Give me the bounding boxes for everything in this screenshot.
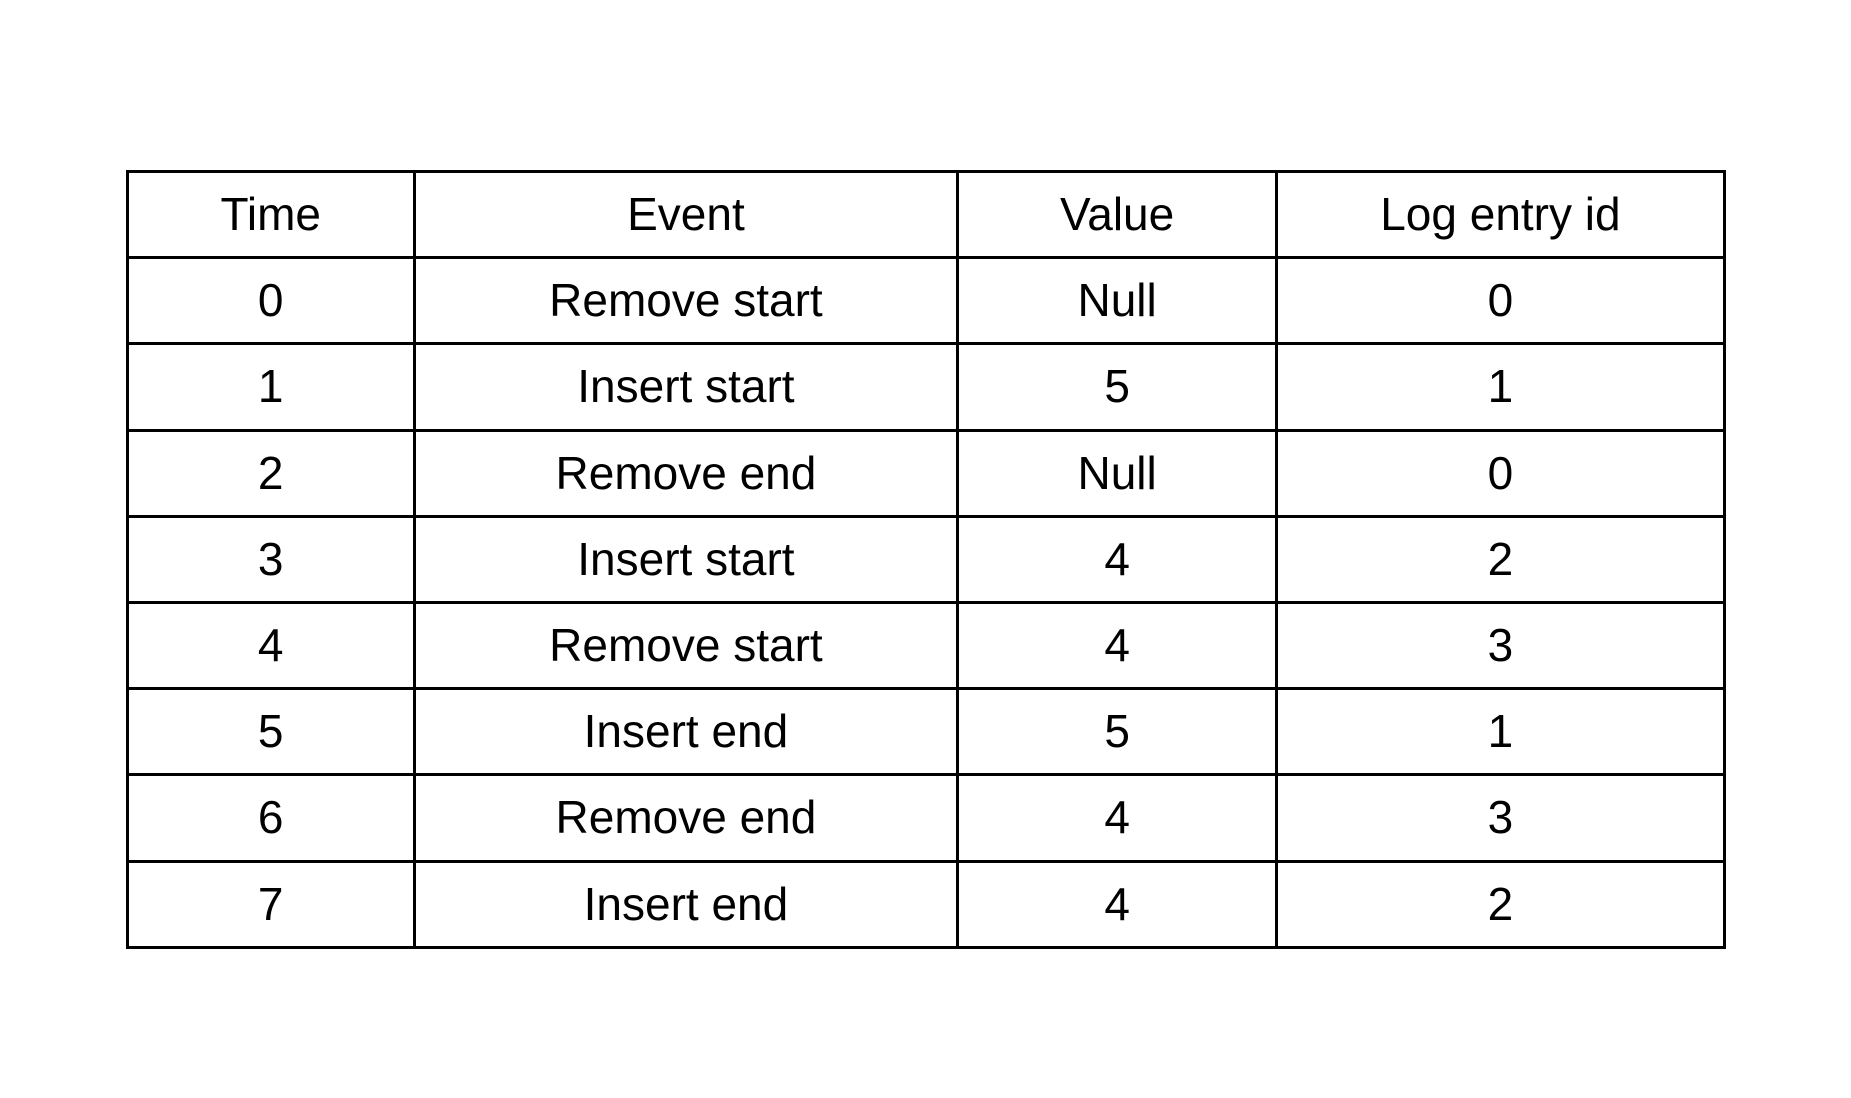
cell-time: 5 [127,689,414,775]
cell-time: 0 [127,258,414,344]
cell-value: 5 [957,344,1276,430]
cell-event: Remove end [414,430,957,516]
cell-log-entry-id: 1 [1277,689,1724,775]
cell-event: Insert end [414,689,957,775]
cell-log-entry-id: 3 [1277,775,1724,861]
cell-time: 3 [127,516,414,602]
cell-value: 4 [957,775,1276,861]
cell-event: Remove start [414,602,957,688]
cell-event: Insert start [414,344,957,430]
cell-time: 4 [127,602,414,688]
cell-time: 2 [127,430,414,516]
cell-time: 7 [127,861,414,947]
header-log-entry-id: Log entry id [1277,172,1724,258]
cell-log-entry-id: 3 [1277,602,1724,688]
cell-log-entry-id: 2 [1277,516,1724,602]
cell-time: 1 [127,344,414,430]
cell-event: Insert start [414,516,957,602]
table-row: 7 Insert end 4 2 [127,861,1724,947]
header-value: Value [957,172,1276,258]
cell-value: 4 [957,861,1276,947]
table-row: 6 Remove end 4 3 [127,775,1724,861]
table-row: 5 Insert end 5 1 [127,689,1724,775]
cell-log-entry-id: 2 [1277,861,1724,947]
header-time: Time [127,172,414,258]
table-header-row: Time Event Value Log entry id [127,172,1724,258]
event-log-table: Time Event Value Log entry id 0 Remove s… [126,170,1726,949]
cell-log-entry-id: 1 [1277,344,1724,430]
cell-value: 4 [957,516,1276,602]
cell-log-entry-id: 0 [1277,258,1724,344]
header-event: Event [414,172,957,258]
cell-time: 6 [127,775,414,861]
cell-log-entry-id: 0 [1277,430,1724,516]
cell-event: Insert end [414,861,957,947]
cell-value: 4 [957,602,1276,688]
table-row: 1 Insert start 5 1 [127,344,1724,430]
table-row: 3 Insert start 4 2 [127,516,1724,602]
cell-value: 5 [957,689,1276,775]
cell-event: Remove end [414,775,957,861]
cell-value: Null [957,258,1276,344]
cell-event: Remove start [414,258,957,344]
table-row: 0 Remove start Null 0 [127,258,1724,344]
table-row: 2 Remove end Null 0 [127,430,1724,516]
table-row: 4 Remove start 4 3 [127,602,1724,688]
cell-value: Null [957,430,1276,516]
